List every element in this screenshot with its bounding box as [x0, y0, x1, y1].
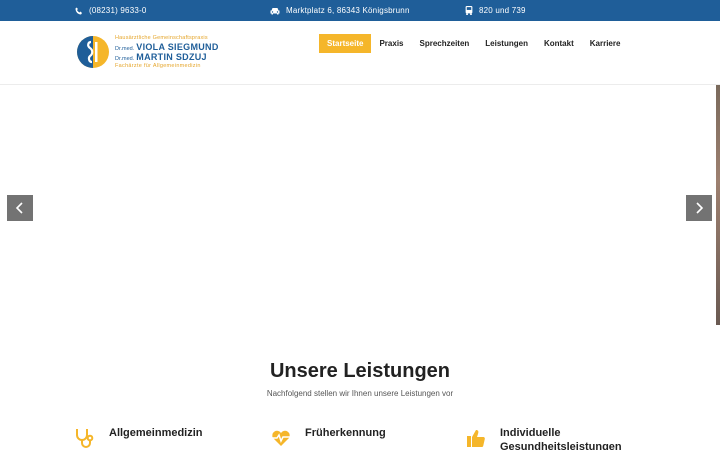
next-slide-edge — [716, 85, 720, 325]
bus-icon — [465, 6, 473, 15]
slider-prev-button[interactable] — [7, 195, 33, 221]
nav-item-kontakt[interactable]: Kontakt — [536, 34, 582, 53]
heart-pulse-icon — [272, 430, 290, 446]
slider-next-button[interactable] — [686, 195, 712, 221]
logo-line-practice: Hausärztliche Gemeinschaftspraxis — [115, 35, 208, 41]
logo-name-2: MARTIN SDZUJ — [136, 52, 207, 62]
bus-lines: 820 und 739 — [479, 6, 526, 15]
nav-item-leistungen[interactable]: Leistungen — [477, 34, 536, 53]
practice-logo[interactable]: Hausärztliche Gemeinschaftspraxis Dr.med… — [76, 33, 226, 73]
logo-mark-icon — [77, 36, 109, 68]
address-text: Marktplatz 6, 86343 Königsbrunn — [286, 6, 410, 15]
services-subtitle: Nachfolgend stellen wir Ihnen unsere Lei… — [266, 389, 454, 398]
logo-line-specialty: Fachärzte für Allgemeinmedizin — [115, 62, 201, 69]
car-icon — [270, 7, 280, 15]
nav-item-sprechzeiten[interactable]: Sprechzeiten — [412, 34, 478, 53]
thumbs-up-icon — [467, 430, 485, 447]
service-igel[interactable]: Individuelle Gesundheitsleistungen — [465, 425, 665, 450]
phone-info[interactable]: (08231) 9633-0 — [75, 0, 147, 21]
stethoscope-icon — [76, 429, 94, 448]
site-header: Hausärztliche Gemeinschaftspraxis Dr.med… — [0, 21, 720, 85]
logo-name-1: VIOLA SIEGMUND — [136, 41, 219, 52]
nav-item-startseite[interactable]: Startseite — [319, 34, 372, 53]
phone-icon — [75, 7, 83, 15]
nav-item-praxis[interactable]: Praxis — [371, 34, 411, 53]
chevron-right-icon — [696, 202, 704, 214]
service-title: Früherkennung — [305, 427, 386, 439]
logo-dr-1: Dr.med. — [115, 45, 135, 52]
main-navigation: Startseite Praxis Sprechzeiten Leistunge… — [319, 34, 628, 53]
service-frueherkennung[interactable]: Früherkennung — [270, 425, 450, 450]
chevron-left-icon — [15, 202, 23, 214]
service-allgemeinmedizin[interactable]: Allgemeinmedizin — [74, 425, 254, 450]
logo-dr-2: Dr.med. — [115, 56, 135, 62]
services-title: Unsere Leistungen — [269, 360, 451, 382]
phone-number: (08231) 9633-0 — [89, 6, 147, 15]
hero-slider — [0, 85, 720, 325]
service-title: Individuelle Gesundheitsleistungen — [500, 427, 622, 450]
address-info: Marktplatz 6, 86343 Königsbrunn — [270, 0, 410, 21]
bus-info: 820 und 739 — [465, 0, 526, 21]
nav-item-karriere[interactable]: Karriere — [582, 34, 629, 53]
top-info-bar: (08231) 9633-0 Marktplatz 6, 86343 König… — [0, 0, 720, 21]
service-title: Allgemeinmedizin — [109, 427, 203, 439]
